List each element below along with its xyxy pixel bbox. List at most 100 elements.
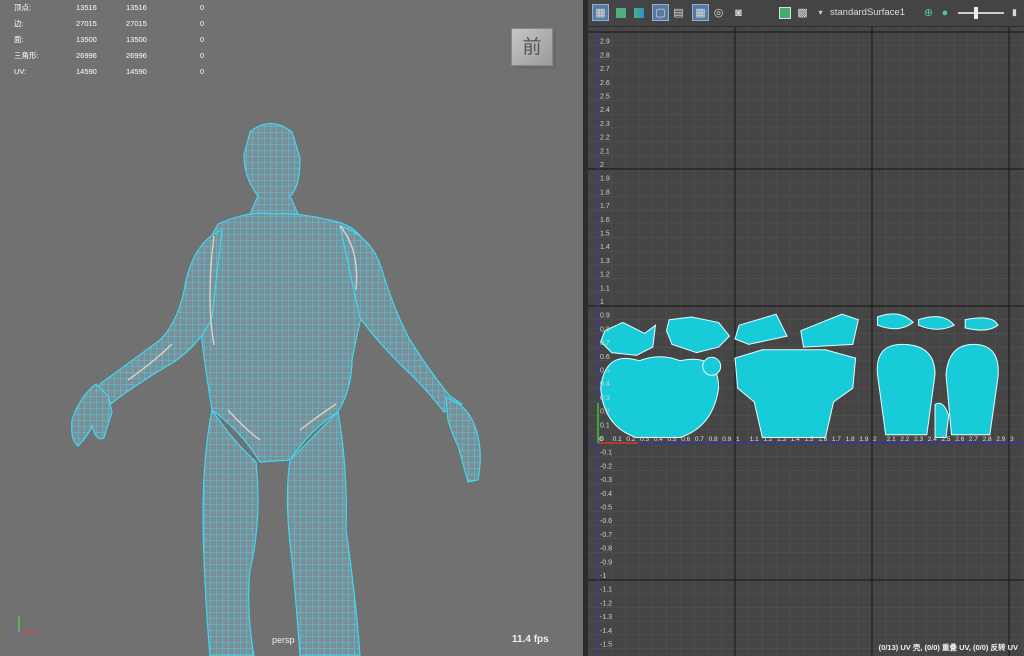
v-tick-label: -1 bbox=[600, 573, 606, 580]
v-tick-label: 2.4 bbox=[600, 107, 610, 114]
v-tick-label: 0.8 bbox=[600, 326, 610, 333]
v-tick-label: -1.4 bbox=[600, 628, 612, 635]
axis-gizmo-icon bbox=[13, 616, 35, 637]
v-tick-label: -0.6 bbox=[600, 518, 612, 525]
u-tick-label: 2.8 bbox=[983, 436, 992, 443]
uv-pixel-snap-icon[interactable]: ◎ bbox=[710, 4, 727, 21]
v-tick-label: -0.9 bbox=[600, 559, 612, 566]
u-tick-label: 1.9 bbox=[859, 436, 868, 443]
v-tick-label: 2.3 bbox=[600, 121, 610, 128]
u-tick-label: 0 bbox=[599, 436, 603, 443]
u-tick-label: 2.9 bbox=[996, 436, 1005, 443]
v-tick-label: 1.2 bbox=[600, 272, 610, 279]
u-tick-label: 0.7 bbox=[695, 436, 704, 443]
v-tick-label: 1.7 bbox=[600, 203, 610, 210]
v-tick-label: -1.2 bbox=[600, 600, 612, 607]
u-tick-label: 2.6 bbox=[955, 436, 964, 443]
uv-canvas[interactable]: 2.9 2.8 2.7 2.6 2.5 2.4 2.3 2.2 2.1 2 1.9 1.8 1.7 1.6… bbox=[588, 27, 1024, 656]
v-tick-label: 2.9 bbox=[600, 39, 610, 46]
v-tick-label: 1 bbox=[600, 299, 604, 306]
uv-shaded-icon[interactable] bbox=[612, 4, 629, 21]
slider-icon[interactable]: ▮ bbox=[1006, 4, 1023, 21]
v-tick-label: -0.7 bbox=[600, 532, 612, 539]
u-tick-label: 1.3 bbox=[777, 436, 786, 443]
u-tick-label: 0.4 bbox=[654, 436, 663, 443]
v-tick-label: 1.9 bbox=[600, 176, 610, 183]
v-tick-label: 0.6 bbox=[600, 354, 610, 361]
exposure-slider[interactable] bbox=[958, 7, 1004, 19]
uv-status-bar: (0/13) UV 壳, (0/0) 重叠 UV, (0/0) 反转 UV bbox=[878, 643, 1018, 652]
u-tick-label: 0.1 bbox=[613, 436, 622, 443]
v-tick-label: 1.6 bbox=[600, 217, 610, 224]
uv-grid-icon[interactable]: ▦ bbox=[592, 4, 609, 21]
human-wireframe-model[interactable] bbox=[0, 0, 583, 656]
v-tick-label: 0.4 bbox=[600, 381, 610, 388]
v-tick-label: 0.7 bbox=[600, 340, 610, 347]
v-tick-label: 2.5 bbox=[600, 94, 610, 101]
u-tick-label: 0.5 bbox=[668, 436, 677, 443]
uv-shell-head bbox=[600, 356, 720, 438]
u-tick-label: 0.6 bbox=[681, 436, 690, 443]
v-tick-label: -0.3 bbox=[600, 477, 612, 484]
v-tick-label: 0.9 bbox=[600, 313, 610, 320]
u-tick-label: 1.7 bbox=[832, 436, 841, 443]
u-tick-label: 1.1 bbox=[750, 436, 759, 443]
exposure-icon[interactable]: ⊕ bbox=[920, 4, 937, 21]
fps-counter: 11.4 fps bbox=[512, 634, 549, 645]
dropdown-icon[interactable]: ▾ bbox=[812, 4, 829, 21]
perspective-viewport[interactable]: 顶点: 13516 13516 0 边: 27015 27015 0 面: 13500 1350… bbox=[0, 0, 583, 656]
u-tick-label: 3 bbox=[1010, 436, 1014, 443]
u-tick-label: 2.4 bbox=[928, 436, 937, 443]
v-tick-label: 1.5 bbox=[600, 231, 610, 238]
uv-snapshot-icon[interactable]: ◙ bbox=[730, 4, 747, 21]
v-tick-label: -0.1 bbox=[600, 450, 612, 457]
u-tick-label: 1.5 bbox=[805, 436, 814, 443]
uv-border-icon[interactable]: ▢ bbox=[652, 4, 669, 21]
v-tick-label: -1.5 bbox=[600, 642, 612, 649]
u-tick-label: 1.8 bbox=[846, 436, 855, 443]
v-tick-label: 1.1 bbox=[600, 285, 610, 292]
checker-pattern-icon[interactable]: ▩ bbox=[794, 4, 811, 21]
v-tick-label: 1.4 bbox=[600, 244, 610, 251]
v-tick-label: 0.5 bbox=[600, 368, 610, 375]
u-tick-label: 2.7 bbox=[969, 436, 978, 443]
v-tick-label: 1.3 bbox=[600, 258, 610, 265]
v-tick-label: 2.7 bbox=[600, 66, 610, 73]
uv-checker-icon[interactable]: ▤ bbox=[670, 4, 687, 21]
u-tick-label: 0.8 bbox=[709, 436, 718, 443]
v-tick-label: 0.2 bbox=[600, 409, 610, 416]
image-icon[interactable] bbox=[776, 4, 793, 21]
u-tick-label: 1.4 bbox=[791, 436, 800, 443]
u-tick-label: 2.3 bbox=[914, 436, 923, 443]
v-tick-label: 2.1 bbox=[600, 148, 610, 155]
v-tick-label: 1.8 bbox=[600, 189, 610, 196]
v-tick-label: -0.4 bbox=[600, 491, 612, 498]
texture-name-label[interactable]: standardSurface1 bbox=[830, 7, 905, 18]
v-tick-label: -1.3 bbox=[600, 614, 612, 621]
u-tick-label: 1 bbox=[736, 436, 740, 443]
uv-grid-toggle-icon[interactable]: ▦ bbox=[692, 4, 709, 21]
v-tick-label: -0.5 bbox=[600, 505, 612, 512]
uv-editor-panel[interactable]: ▦ ▢ ▤ ▦ ◎ ◙ ▩ ▾ standardSurface1 ⊕ ● ▮ 2… bbox=[588, 0, 1024, 656]
v-tick-label: -0.2 bbox=[600, 463, 612, 470]
u-tick-label: 2.2 bbox=[900, 436, 909, 443]
v-tick-label: 0.3 bbox=[600, 395, 610, 402]
u-tick-label: 1.6 bbox=[818, 436, 827, 443]
u-tick-label: 0.9 bbox=[722, 436, 731, 443]
v-tick-label: 2 bbox=[600, 162, 604, 169]
uv-shell-leg-right bbox=[945, 343, 999, 436]
v-tick-label: -0.8 bbox=[600, 546, 612, 553]
gamma-icon[interactable]: ● bbox=[938, 4, 952, 21]
uv-shell-leg-left bbox=[876, 343, 936, 436]
u-tick-label: 2.1 bbox=[887, 436, 896, 443]
uv-shell-foot-c bbox=[964, 317, 999, 331]
camera-label: persp bbox=[272, 635, 295, 645]
slider-handle[interactable] bbox=[974, 7, 978, 19]
u-tick-label: 0.3 bbox=[640, 436, 649, 443]
v-tick-label: 2.6 bbox=[600, 80, 610, 87]
v-tick-label: 0.1 bbox=[600, 422, 610, 429]
v-tick-label: 2.8 bbox=[600, 52, 610, 59]
uv-distortion-icon[interactable] bbox=[630, 4, 647, 21]
v-tick-label: 2.2 bbox=[600, 135, 610, 142]
u-tick-label: 2.5 bbox=[942, 436, 951, 443]
